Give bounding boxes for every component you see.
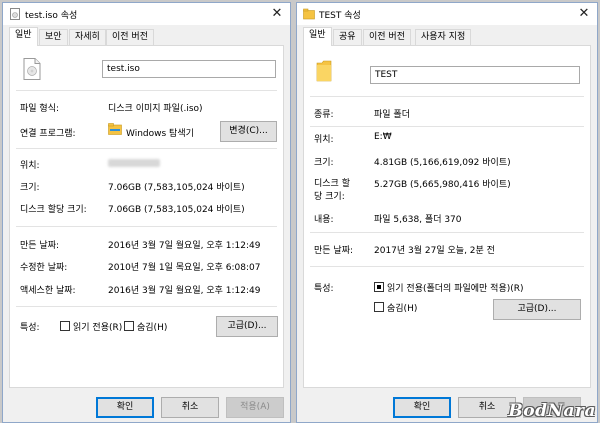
size-label: 크기: [314, 158, 334, 168]
window-title: TEST 속성 [319, 11, 361, 21]
ok-button[interactable]: 확인 [393, 397, 451, 418]
opens-with-label: 연결 프로그램: [20, 129, 76, 139]
disk-size-label: 당 크기: [314, 192, 345, 202]
hidden-label: 숨김(H) [387, 304, 418, 314]
divider [16, 306, 277, 307]
tab-general[interactable]: 일반 [9, 27, 38, 46]
file-explorer-icon [108, 123, 122, 135]
apply-button[interactable]: 적용(A) [226, 397, 284, 418]
file-properties-window: test.iso 속성 ✕ 일반 보안 자세히 이전 버전 test.iso 파… [2, 2, 291, 423]
location-label: 위치: [20, 161, 40, 171]
disk-size-label: 디스크 할당 크기: [20, 205, 87, 215]
readonly-checkbox[interactable] [60, 321, 70, 331]
readonly-label: 읽기 전용(폴더의 파일에만 적용)(R) [387, 284, 524, 294]
readonly-label: 읽기 전용(R) [73, 323, 123, 333]
hidden-checkbox[interactable] [374, 302, 384, 312]
title-bar[interactable]: TEST 속성 ✕ [297, 3, 597, 25]
location-value: E:₩ [374, 132, 392, 142]
window-title: test.iso 속성 [25, 11, 78, 21]
change-button[interactable]: 변경(C)... [220, 121, 277, 142]
general-panel: test.iso 파일 형식: 디스크 이미지 파일(.iso) 연결 프로그램… [9, 45, 284, 388]
tab-strip: 일반 보안 자세히 이전 버전 [9, 27, 284, 46]
accessed-value: 2016년 3월 7일 월요일, 오후 1:12:49 [108, 286, 261, 296]
modified-label: 수정한 날짜: [20, 263, 68, 273]
folder-properties-window: TEST 속성 ✕ 일반 공유 이전 버전 사용자 지정 TEST 종류: 파일… [296, 2, 598, 423]
title-bar[interactable]: test.iso 속성 ✕ [3, 3, 290, 25]
divider [16, 226, 277, 227]
close-icon[interactable]: ✕ [268, 5, 286, 23]
created-value: 2017년 3월 27일 오늘, 2분 전 [374, 246, 495, 256]
accessed-label: 액세스한 날짜: [20, 286, 76, 296]
ok-button[interactable]: 확인 [96, 397, 154, 418]
tab-sharing[interactable]: 공유 [333, 29, 362, 45]
tab-details[interactable]: 자세히 [69, 29, 106, 45]
advanced-button[interactable]: 고급(D)... [216, 316, 278, 337]
type-value: 파일 폴더 [374, 110, 410, 120]
hidden-label: 숨김(H) [137, 323, 168, 333]
hidden-checkbox[interactable] [124, 321, 134, 331]
divider [16, 90, 277, 91]
contents-label: 내용: [314, 215, 334, 225]
modified-value: 2010년 7월 1일 목요일, 오후 6:08:07 [108, 263, 261, 273]
tab-previous-versions[interactable]: 이전 버전 [106, 29, 154, 45]
general-panel: TEST 종류: 파일 폴더 위치: E:₩ 크기: 4.81GB (5,166… [303, 45, 591, 388]
location-value-redacted [108, 159, 160, 167]
tab-general[interactable]: 일반 [303, 27, 332, 46]
attributes-label: 특성: [20, 323, 40, 333]
filename-field[interactable]: test.iso [102, 60, 276, 78]
tab-customize[interactable]: 사용자 지정 [415, 29, 472, 45]
divider [310, 126, 584, 127]
divider [310, 232, 584, 233]
contents-value: 파일 5,638, 폴더 370 [374, 215, 462, 225]
file-type-value: 디스크 이미지 파일(.iso) [108, 104, 203, 114]
tab-strip: 일반 공유 이전 버전 사용자 지정 [303, 27, 591, 46]
foldername-field[interactable]: TEST [370, 66, 580, 84]
created-value: 2016년 3월 7일 월요일, 오후 1:12:49 [108, 241, 261, 251]
created-label: 만든 날짜: [20, 241, 60, 251]
readonly-checkbox[interactable] [374, 282, 384, 292]
tab-previous-versions[interactable]: 이전 버전 [363, 29, 411, 45]
iso-file-icon [23, 58, 41, 80]
divider [16, 148, 277, 149]
watermark-logo: BodNara [508, 401, 596, 421]
file-type-label: 파일 형식: [20, 104, 60, 114]
type-label: 종류: [314, 110, 334, 120]
folder-icon [316, 60, 332, 82]
size-label: 크기: [20, 183, 40, 193]
iso-file-icon [10, 8, 20, 20]
opens-with-value: Windows 탐색기 [126, 129, 194, 139]
disk-size-value: 5.27GB (5,665,980,416 바이트) [374, 180, 511, 190]
size-value: 7.06GB (7,583,105,024 바이트) [108, 183, 245, 193]
attributes-label: 특성: [314, 284, 334, 294]
divider [310, 96, 584, 97]
folder-icon [303, 8, 315, 20]
dialog-buttons: 확인 취소 적용(A) [3, 388, 290, 422]
tab-security[interactable]: 보안 [39, 29, 68, 45]
disk-size-value: 7.06GB (7,583,105,024 바이트) [108, 205, 245, 215]
location-label: 위치: [314, 135, 334, 145]
cancel-button[interactable]: 취소 [161, 397, 219, 418]
disk-size-label: 디스크 할 [314, 179, 350, 189]
size-value: 4.81GB (5,166,619,092 바이트) [374, 158, 511, 168]
advanced-button[interactable]: 고급(D)... [493, 299, 581, 320]
divider [310, 266, 584, 267]
close-icon[interactable]: ✕ [575, 5, 593, 23]
created-label: 만든 날짜: [314, 246, 354, 256]
